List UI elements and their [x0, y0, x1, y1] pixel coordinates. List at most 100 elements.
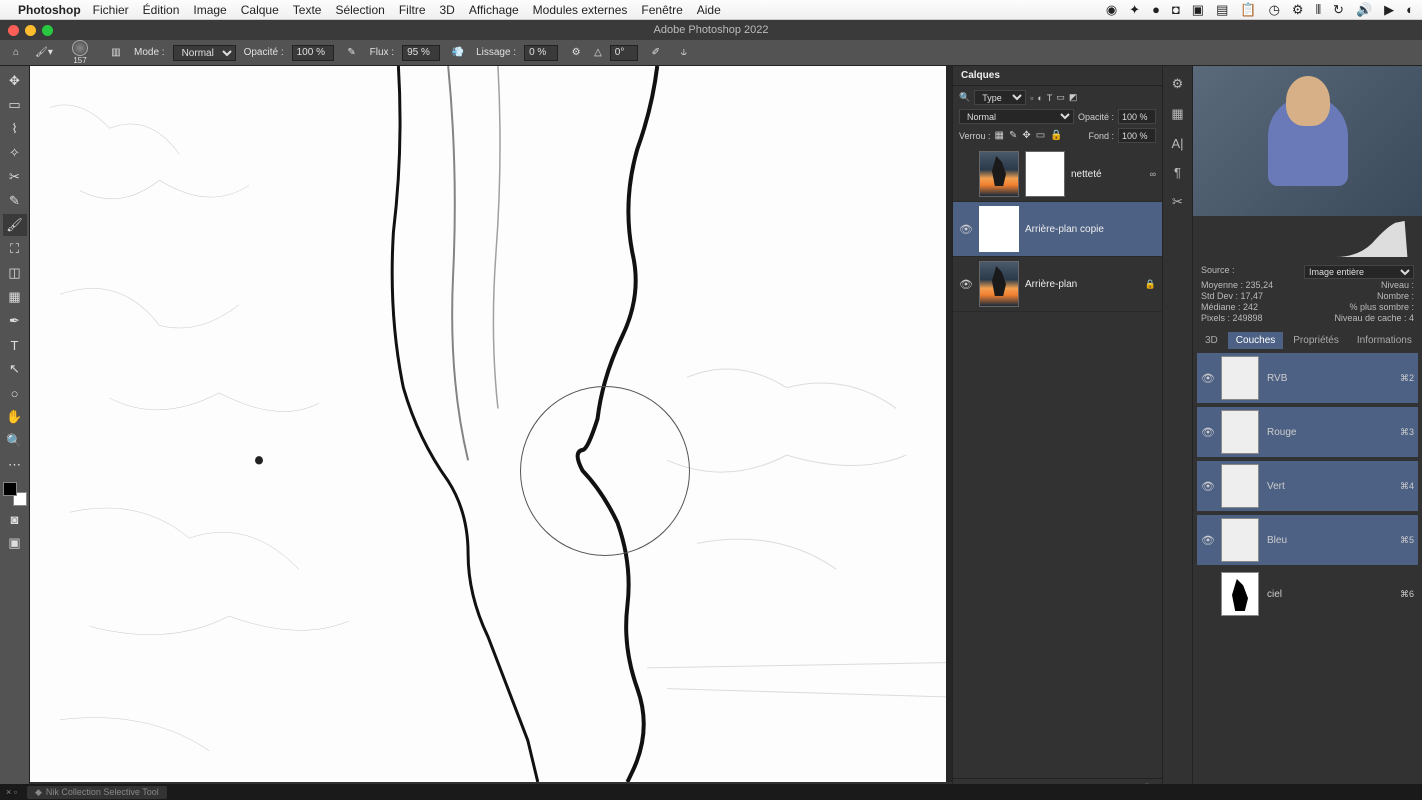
channel-row[interactable]: 👁 Rouge ⌘3 — [1197, 407, 1418, 457]
marquee-tool-icon[interactable]: ▭ — [3, 94, 27, 116]
stamp-tool-icon[interactable]: ⛶ — [3, 238, 27, 260]
tray-icon[interactable]: 📋 — [1240, 2, 1256, 18]
menu-3d[interactable]: 3D — [440, 3, 455, 17]
layer-mask-thumbnail[interactable] — [1025, 151, 1065, 197]
lock-all-icon[interactable]: 🔒 — [1050, 130, 1062, 141]
tray-icon[interactable]: ▣ — [1192, 2, 1204, 18]
blend-mode-select[interactable]: Normal — [173, 45, 236, 61]
menu-affichage[interactable]: Affichage — [469, 3, 519, 17]
tab-informations[interactable]: Informations — [1349, 332, 1420, 349]
tray-icon[interactable]: ◐ — [1406, 2, 1414, 18]
filter-type-icon[interactable]: T — [1047, 93, 1053, 103]
type-tool-icon[interactable]: T — [3, 334, 27, 356]
pen-tool-icon[interactable]: ✒ — [3, 310, 27, 332]
tab-3d[interactable]: 3D — [1197, 332, 1226, 349]
histogram-source-select[interactable]: Image entière — [1304, 265, 1414, 279]
nik-collection-button[interactable]: ◆ Nik Collection Selective Tool — [27, 786, 167, 799]
maximize-window-button[interactable] — [42, 25, 53, 36]
menu-texte[interactable]: Texte — [293, 3, 322, 17]
smoothing-gear-icon[interactable]: ⚙ — [566, 43, 586, 63]
gradient-tool-icon[interactable]: ▦ — [3, 286, 27, 308]
layer-row[interactable]: 👁 Arrière-plan 🔒 — [953, 257, 1162, 312]
layer-filter-select[interactable]: Type — [974, 90, 1026, 105]
layer-row[interactable]: netteté ∞ — [953, 147, 1162, 202]
document-canvas[interactable] — [30, 66, 946, 782]
brush-picker-icon[interactable]: 🖌▾ — [34, 43, 54, 63]
lock-transparent-icon[interactable]: ▦ — [995, 130, 1004, 141]
eyedropper-tool-icon[interactable]: ✎ — [3, 190, 27, 212]
tab-couches[interactable]: Couches — [1228, 332, 1283, 349]
move-tool-icon[interactable]: ✥ — [3, 70, 27, 92]
tray-icon[interactable]: ⚙ — [1292, 2, 1304, 18]
opacity-pressure-icon[interactable]: ✎ — [342, 43, 362, 63]
home-icon[interactable]: ⌂ — [6, 43, 26, 63]
tray-icon[interactable]: ◘ — [1172, 2, 1180, 18]
path-tool-icon[interactable]: ↖ — [3, 358, 27, 380]
app-name[interactable]: Photoshop — [18, 3, 81, 17]
layer-name[interactable]: Arrière-plan — [1025, 279, 1077, 290]
layer-thumbnail[interactable] — [979, 261, 1019, 307]
menu-fichier[interactable]: Fichier — [93, 3, 129, 17]
filter-pixel-icon[interactable]: ▫ — [1030, 93, 1033, 103]
quickmask-icon[interactable]: ◙ — [3, 508, 27, 530]
layer-thumbnail[interactable] — [979, 151, 1019, 197]
layer-name[interactable]: netteté — [1071, 169, 1102, 180]
adjustments-panel-icon[interactable]: ⚙ — [1172, 76, 1184, 92]
layer-link-icon[interactable]: ∞ — [1150, 169, 1156, 179]
layer-fill-input[interactable] — [1118, 128, 1156, 143]
pen-pressure-icon[interactable]: ✐ — [646, 43, 666, 63]
brush-tool-icon[interactable]: 🖌 — [3, 214, 27, 236]
filter-smart-icon[interactable]: ◩ — [1069, 92, 1078, 103]
channel-visibility-icon[interactable]: 👁 — [1201, 480, 1213, 493]
menu-selection[interactable]: Sélection — [335, 3, 384, 17]
layer-thumbnail[interactable] — [979, 206, 1019, 252]
brush-preview[interactable]: 157 — [62, 40, 98, 66]
lasso-tool-icon[interactable]: ⌇ — [3, 118, 27, 140]
visibility-toggle-icon[interactable]: 👁 — [959, 223, 973, 236]
tab-proprietes[interactable]: Propriétés — [1285, 332, 1347, 349]
layer-opacity-input[interactable] — [1118, 109, 1156, 124]
tray-icon[interactable]: ↻ — [1333, 2, 1344, 18]
opacity-input[interactable] — [292, 45, 334, 61]
menu-aide[interactable]: Aide — [697, 3, 721, 17]
channel-visibility-icon[interactable]: 👁 — [1201, 426, 1213, 439]
symmetry-icon[interactable]: ⫝ — [674, 43, 694, 63]
layer-row[interactable]: 👁 Arrière-plan copie — [953, 202, 1162, 257]
brushes-panel-icon[interactable]: ✂ — [1172, 194, 1183, 210]
lock-position-icon[interactable]: ✥ — [1022, 130, 1030, 141]
channel-visibility-icon[interactable]: 👁 — [1201, 372, 1213, 385]
channel-row[interactable]: 👁 Vert ⌘4 — [1197, 461, 1418, 511]
character-panel-icon[interactable]: A| — [1171, 136, 1183, 151]
paragraph-panel-icon[interactable]: ¶ — [1174, 165, 1181, 180]
tray-icon[interactable]: ▤ — [1216, 2, 1228, 18]
color-swatches[interactable] — [3, 482, 27, 506]
menu-modules[interactable]: Modules externes — [533, 3, 628, 17]
layers-tab[interactable]: Calques — [953, 66, 1162, 86]
menu-fenetre[interactable]: Fenêtre — [641, 3, 682, 17]
lock-pixels-icon[interactable]: ✎ — [1009, 130, 1017, 141]
zoom-tool-icon[interactable]: 🔍 — [3, 430, 27, 452]
close-bar-icon[interactable]: × ▫ — [6, 787, 17, 797]
hand-tool-icon[interactable]: ✋ — [3, 406, 27, 428]
angle-input[interactable] — [610, 45, 638, 61]
crop-tool-icon[interactable]: ✂ — [3, 166, 27, 188]
channel-visibility-icon[interactable]: 👁 — [1201, 534, 1213, 547]
tray-icon[interactable]: ◷ — [1269, 2, 1280, 18]
styles-panel-icon[interactable]: ▦ — [1171, 106, 1183, 122]
close-window-button[interactable] — [8, 25, 19, 36]
flux-input[interactable] — [402, 45, 440, 61]
shape-tool-icon[interactable]: ○ — [3, 382, 27, 404]
tray-icon[interactable]: ▶ — [1384, 2, 1394, 18]
tray-icon[interactable]: ● — [1152, 2, 1160, 18]
tray-icon[interactable]: 🔊 — [1356, 2, 1372, 18]
minimize-window-button[interactable] — [25, 25, 36, 36]
filter-shape-icon[interactable]: ▭ — [1056, 92, 1065, 103]
eraser-tool-icon[interactable]: ◫ — [3, 262, 27, 284]
more-tools-icon[interactable]: ⋯ — [3, 454, 27, 476]
tray-icon[interactable]: ⫴ — [1316, 2, 1321, 18]
foreground-color[interactable] — [3, 482, 17, 496]
lock-artboard-icon[interactable]: ▭ — [1036, 130, 1045, 141]
screenmode-icon[interactable]: ▣ — [3, 532, 27, 554]
menu-filtre[interactable]: Filtre — [399, 3, 426, 17]
filter-adjust-icon[interactable]: ◐ — [1037, 93, 1042, 103]
